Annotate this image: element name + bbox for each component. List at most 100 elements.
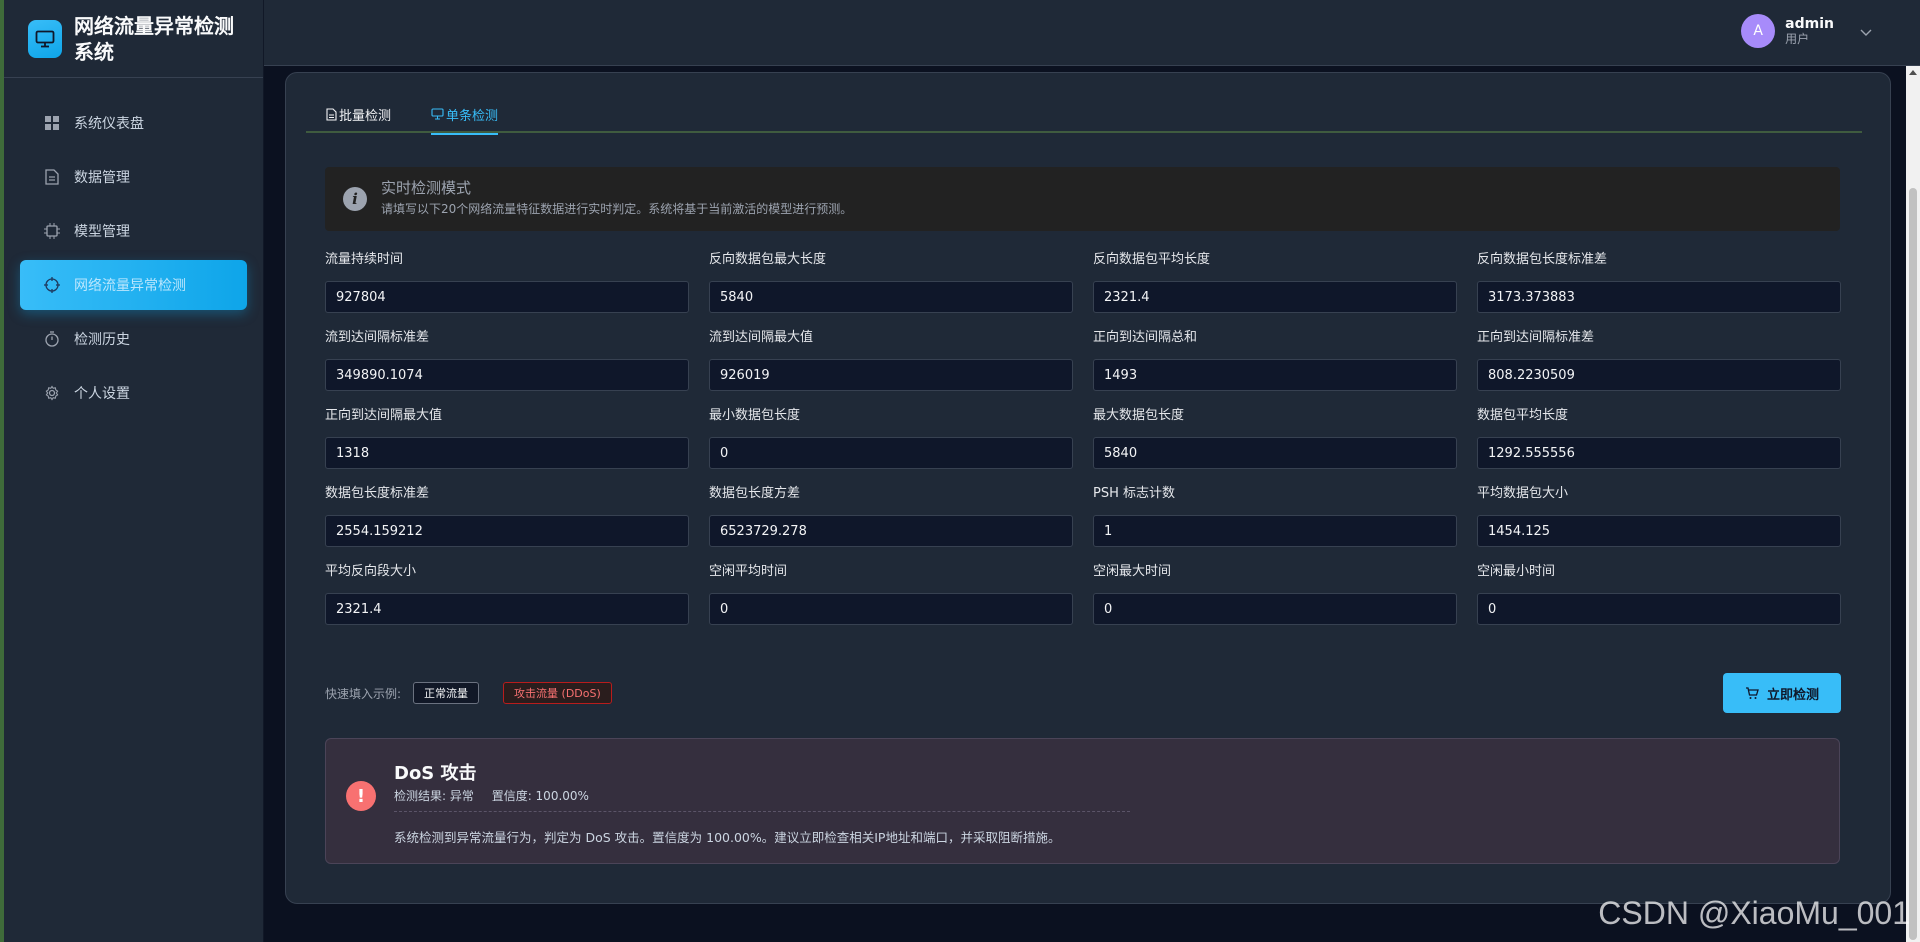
sidebar-item-label: 网络流量异常检测 [74,278,186,294]
sidebar-item-label: 数据管理 [74,170,130,186]
field-label: 流量持续时间 [325,252,404,267]
user-info: admin 用户 [1785,16,1834,46]
detection-tabs: 批量检测 单条检测 [306,95,1862,135]
field-label: 平均数据包大小 [1477,486,1569,501]
fill-normal-button[interactable]: 正常流量 [413,682,480,704]
field-label: 正向到达间隔最大值 [325,408,443,423]
alert-title: 实时检测模式 [381,179,472,197]
logo-area: 网络流量异常检测系统 [4,0,263,78]
avg-pkt-size-input[interactable] [1477,515,1841,547]
bwd-pkt-len-mean-input[interactable] [1093,281,1457,313]
pkt-len-mean-input[interactable] [1477,437,1841,469]
page-scrollbar[interactable] [1906,66,1920,942]
feature-field: 空闲最小时间 [1477,563,1841,625]
info-icon: i [343,187,367,211]
fwd-iat-std-input[interactable] [1477,359,1841,391]
watermark: CSDN @XiaoMu_001 [1598,895,1910,931]
sidebar-item-data[interactable]: 数据管理 [20,152,247,202]
psh-flag-count-input[interactable] [1093,515,1457,547]
feature-field: 反向数据包平均长度 [1093,251,1457,313]
field-label: 正向到达间隔标准差 [1477,330,1595,345]
stopwatch-icon [44,331,60,347]
feature-field: 最大数据包长度 [1093,407,1457,469]
pkt-len-std-input[interactable] [325,515,689,547]
sidebar-item-anomaly-detection[interactable]: 网络流量异常检测 [20,260,247,310]
result-divider [394,811,1130,812]
result-status: 检测结果: 异常 [394,789,474,803]
monitor-small-icon [431,108,444,120]
feature-field: 正向到达间隔最大值 [325,407,689,469]
field-label: 流到达间隔标准差 [325,330,430,345]
tab-single-detection[interactable]: 单条检测 [431,95,499,135]
field-label: 最大数据包长度 [1093,408,1185,423]
user-role: 用户 [1785,32,1810,46]
field-label: PSH 标志计数 [1093,486,1175,501]
feature-field: 流到达间隔标准差 [325,329,689,391]
user-name: admin [1785,16,1834,32]
bwd-pkt-len-max-input[interactable] [709,281,1073,313]
sidebar-item-models[interactable]: 模型管理 [20,206,247,256]
tab-label: 单条检测 [446,108,499,124]
document-icon [44,169,60,185]
field-label: 反向数据包长度标准差 [1477,252,1608,267]
sidebar-item-history[interactable]: 检测历史 [20,314,247,364]
pkt-len-var-input[interactable] [709,515,1073,547]
sidebar-item-dashboard[interactable]: 系统仪表盘 [20,98,247,148]
feature-field: 数据包平均长度 [1477,407,1841,469]
idle-min-input[interactable] [1477,593,1841,625]
avg-bwd-seg-size-input[interactable] [325,593,689,625]
feature-field: 空闲平均时间 [709,563,1073,625]
monitor-icon [28,19,62,58]
scroll-thumb[interactable] [1909,188,1917,940]
feature-field: PSH 标志计数 [1093,485,1457,547]
alert-exclamation-icon: ! [346,781,376,811]
field-label: 流到达间隔最大值 [709,330,814,345]
tab-batch-detection[interactable]: 批量检测 [326,95,391,133]
feature-field: 流到达间隔最大值 [709,329,1073,391]
result-description: 系统检测到异常流量行为，判定为 DoS 攻击。置信度为 100.00%。建议立即… [394,830,1061,845]
flow-iat-max-input[interactable] [709,359,1073,391]
grid-icon [44,115,60,131]
fwd-iat-max-input[interactable] [325,437,689,469]
max-pkt-len-input[interactable] [1093,437,1457,469]
fwd-iat-total-input[interactable] [1093,359,1457,391]
sidebar-nav: 系统仪表盘 数据管理 模型管理 网络流量异常检测 检测历史 个人设置 [4,78,263,418]
field-label: 反向数据包平均长度 [1093,252,1211,267]
sidebar-item-settings[interactable]: 个人设置 [20,368,247,418]
flow-duration-input[interactable] [325,281,689,313]
feature-field: 空闲最大时间 [1093,563,1457,625]
field-label: 正向到达间隔总和 [1093,330,1198,345]
top-header: A admin 用户 [264,0,1920,66]
detection-card: 批量检测 单条检测 i 实时检测模式 请填写以下20个网络流量特征数据进行实时判… [285,72,1891,904]
field-label: 数据包长度方差 [709,486,801,501]
field-label: 最小数据包长度 [709,408,801,423]
idle-mean-input[interactable] [709,593,1073,625]
target-icon [44,277,60,293]
flow-iat-std-input[interactable] [325,359,689,391]
quick-fill-label: 快速填入示例: [325,686,402,701]
idle-max-input[interactable] [1093,593,1457,625]
feature-field: 数据包长度标准差 [325,485,689,547]
user-menu[interactable]: A admin 用户 [1741,14,1872,48]
sidebar-item-label: 检测历史 [74,332,130,348]
alert-description: 请填写以下20个网络流量特征数据进行实时判定。系统将基于当前激活的模型进行预测。 [381,202,853,216]
field-label: 空闲最大时间 [1093,564,1172,579]
app-title: 网络流量异常检测系统 [74,13,234,64]
detect-now-button[interactable]: 立即检测 [1723,673,1841,713]
min-pkt-len-input[interactable] [709,437,1073,469]
avatar: A [1741,14,1776,48]
result-title: DoS 攻击 [394,763,477,784]
field-label: 数据包平均长度 [1477,408,1569,423]
scroll-up-arrow-icon[interactable] [1909,70,1917,75]
chevron-down-icon[interactable] [1860,22,1872,41]
feature-field: 数据包长度方差 [709,485,1073,547]
field-label: 反向数据包最大长度 [709,252,827,267]
result-meta: 检测结果: 异常 置信度: 100.00% [394,787,603,804]
result-confidence: 置信度: 100.00% [491,789,589,803]
realtime-mode-alert: i 实时检测模式 请填写以下20个网络流量特征数据进行实时判定。系统将基于当前激… [325,167,1840,231]
bwd-pkt-len-std-input[interactable] [1477,281,1841,313]
sidebar-item-label: 系统仪表盘 [74,116,144,132]
feature-form: 流量持续时间 反向数据包最大长度 反向数据包平均长度 反向数据包长度标准差 流到… [325,251,1841,625]
fill-ddos-button[interactable]: 攻击流量 (DDoS) [503,682,612,704]
chip-icon [44,223,60,239]
